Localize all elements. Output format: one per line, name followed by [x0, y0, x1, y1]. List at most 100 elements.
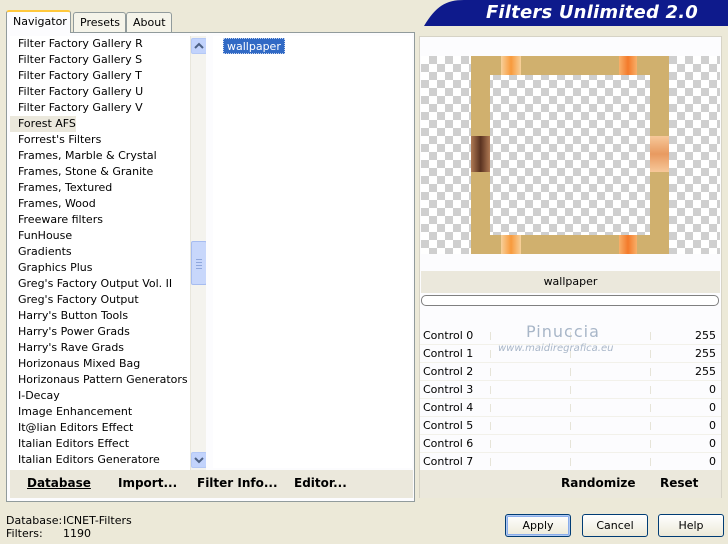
- wallpaper-frame: [471, 56, 669, 254]
- status-area: Database: ICNET-Filters Filters: 1190: [6, 514, 132, 540]
- category-item[interactable]: Harry's Rave Grads: [10, 340, 206, 356]
- chevron-up-icon: [194, 42, 204, 49]
- control-row[interactable]: Control 7 0: [420, 453, 721, 471]
- reset-button[interactable]: Reset: [660, 476, 698, 490]
- preview-panel: wallpaper Control 0 255 Control 1 255 Contro…: [419, 36, 722, 498]
- frame-accent: [501, 56, 521, 75]
- database-button[interactable]: Database: [27, 476, 91, 490]
- preview-filter-name: wallpaper: [421, 271, 720, 293]
- category-item[interactable]: Frames, Stone & Granite: [10, 164, 206, 180]
- frame-accent: [650, 136, 669, 172]
- cancel-button[interactable]: Cancel: [582, 514, 648, 537]
- category-item[interactable]: Freeware filters: [10, 212, 206, 228]
- control-slider-tick: [570, 440, 571, 448]
- category-item[interactable]: Filter Factory Gallery U: [10, 84, 206, 100]
- filter-item-wallpaper[interactable]: wallpaper: [223, 38, 285, 54]
- category-item[interactable]: Italian Editors Effect: [10, 436, 206, 452]
- grip-line: [196, 268, 202, 269]
- control-row[interactable]: Control 3 0: [420, 381, 721, 399]
- scroll-down-button[interactable]: [191, 452, 206, 468]
- title-banner: Filters Unlimited 2.0: [424, 0, 728, 26]
- import-button[interactable]: Import...: [118, 476, 177, 490]
- filters-count-value: 1190: [63, 527, 91, 540]
- watermark-name: Pinuccia: [526, 322, 600, 341]
- control-slider-tick: [650, 350, 651, 358]
- control-label: Control 4: [423, 401, 474, 414]
- category-item[interactable]: Greg's Factory Output: [10, 292, 206, 308]
- category-item[interactable]: Horizonaus Mixed Bag: [10, 356, 206, 372]
- watermark-site: www.maidiregrafica.eu: [498, 343, 614, 354]
- scroll-thumb[interactable]: [191, 241, 206, 285]
- database-value: ICNET-Filters: [63, 514, 132, 527]
- control-value: 255: [695, 329, 716, 342]
- tab-navigator[interactable]: Navigator: [6, 10, 71, 33]
- filter-info-button[interactable]: Filter Info...: [197, 476, 278, 490]
- editor-button[interactable]: Editor...: [294, 476, 347, 490]
- frame-accent: [619, 235, 637, 254]
- category-list[interactable]: Filter Factory Gallery R Filter Factory G…: [10, 36, 206, 470]
- control-label: Control 3: [423, 383, 474, 396]
- category-item[interactable]: I-Decay: [10, 388, 206, 404]
- control-slider-tick: [650, 440, 651, 448]
- control-slider-tick: [570, 422, 571, 430]
- control-value: 0: [709, 401, 716, 414]
- tab-about[interactable]: About: [126, 12, 172, 32]
- control-row[interactable]: Control 6 0: [420, 435, 721, 453]
- control-slider-tick: [490, 440, 491, 448]
- progress-bar: [421, 295, 719, 306]
- category-item[interactable]: Forrest's Filters: [10, 132, 206, 148]
- app-title: Filters Unlimited 2.0: [485, 2, 698, 23]
- control-slider-tick: [490, 350, 491, 358]
- grip-line: [196, 262, 202, 263]
- randomize-button[interactable]: Randomize: [561, 476, 635, 490]
- control-slider-tick: [490, 368, 491, 376]
- category-item[interactable]: Gradients: [10, 244, 206, 260]
- category-item[interactable]: Horizonaus Pattern Generators: [10, 372, 206, 388]
- control-label: Control 7: [423, 455, 474, 468]
- filters-count-label: Filters:: [6, 527, 43, 540]
- chevron-down-icon: [194, 457, 204, 464]
- control-label: Control 0: [423, 329, 474, 342]
- category-item[interactable]: It@lian Editors Effect: [10, 420, 206, 436]
- frame-accent: [619, 56, 637, 75]
- category-item[interactable]: Harry's Power Grads: [10, 324, 206, 340]
- category-item[interactable]: Filter Factory Gallery S: [10, 52, 206, 68]
- category-item[interactable]: Frames, Wood: [10, 196, 206, 212]
- grip-line: [196, 265, 202, 266]
- control-label: Control 5: [423, 419, 474, 432]
- category-item[interactable]: Filter Factory Gallery R: [10, 36, 206, 52]
- control-value: 255: [695, 365, 716, 378]
- control-label: Control 6: [423, 437, 474, 450]
- category-item[interactable]: Forest AFS: [10, 116, 76, 132]
- control-value: 0: [709, 437, 716, 450]
- category-item[interactable]: Filter Factory Gallery V: [10, 100, 206, 116]
- control-value: 0: [709, 455, 716, 468]
- category-item[interactable]: Frames, Marble & Crystal: [10, 148, 206, 164]
- tab-presets[interactable]: Presets: [73, 12, 126, 32]
- category-item[interactable]: FunHouse: [10, 228, 206, 244]
- category-item[interactable]: Harry's Button Tools: [10, 308, 206, 324]
- category-scrollbar[interactable]: [190, 36, 206, 470]
- filter-info-button-label: Filter Info...: [197, 476, 278, 490]
- control-slider-tick: [490, 458, 491, 466]
- apply-button[interactable]: Apply: [505, 514, 571, 537]
- filter-list[interactable]: wallpaper: [213, 36, 412, 468]
- frame-accent: [471, 136, 490, 172]
- database-button-label: Database: [27, 476, 91, 490]
- control-slider-tick: [490, 386, 491, 394]
- category-item[interactable]: Greg's Factory Output Vol. II: [10, 276, 206, 292]
- editor-button-label: Editor...: [294, 476, 347, 490]
- database-label: Database:: [6, 514, 63, 527]
- control-row[interactable]: Control 5 0: [420, 417, 721, 435]
- category-item[interactable]: Image Enhancement: [10, 404, 206, 420]
- control-slider-tick: [650, 404, 651, 412]
- control-row[interactable]: Control 4 0: [420, 399, 721, 417]
- help-button[interactable]: Help: [658, 514, 724, 537]
- category-items: Filter Factory Gallery R Filter Factory G…: [10, 36, 206, 468]
- category-item[interactable]: Frames, Textured: [10, 180, 206, 196]
- scroll-up-button[interactable]: [191, 38, 206, 54]
- category-item[interactable]: Italian Editors Generatore: [10, 452, 206, 468]
- category-item[interactable]: Filter Factory Gallery T: [10, 68, 206, 84]
- control-row[interactable]: Control 2 255: [420, 363, 721, 381]
- category-item[interactable]: Graphics Plus: [10, 260, 206, 276]
